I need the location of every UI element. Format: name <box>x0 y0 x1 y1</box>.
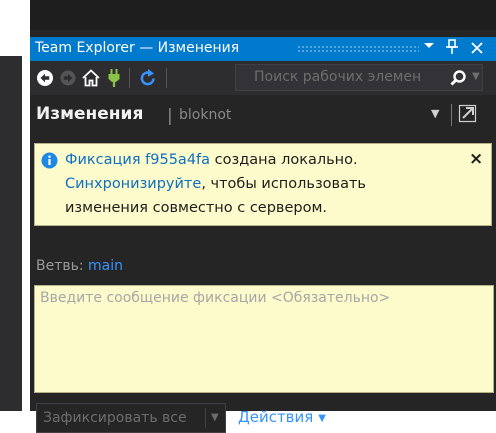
notification-line-3: изменения совместно с сервером. <box>65 200 328 216</box>
info-icon <box>41 152 58 169</box>
back-arrow-icon[interactable] <box>34 67 56 89</box>
pop-out-icon[interactable] <box>458 103 478 123</box>
notification-text: создана локально. <box>210 152 358 168</box>
branch-label: Ветвь: <box>36 258 84 274</box>
refresh-icon[interactable] <box>137 67 159 89</box>
actions-chevron-down-icon: ▼ <box>318 413 326 424</box>
repository-name: bloknot <box>179 107 232 123</box>
plug-connect-icon[interactable] <box>103 67 125 89</box>
search-options-chevron-down-icon[interactable]: ▼ <box>472 71 480 82</box>
page-menu-chevron-down-icon[interactable]: ▼ <box>431 107 439 120</box>
work-item-search[interactable]: Поиск рабочих элемен ▼ <box>235 64 483 91</box>
panel-title: Team Explorer — Изменения <box>35 40 240 56</box>
branch-link[interactable]: main <box>88 258 123 274</box>
commit-message-placeholder: Введите сообщение фиксации <Обязательно> <box>40 290 391 306</box>
team-explorer-panel: Team Explorer — Изменения Поиск рабочих … <box>30 30 496 433</box>
branch-info: Ветвь: main <box>36 258 123 274</box>
notification-line-1: Фиксация f955a4fa создана локально. <box>65 150 358 171</box>
commit-all-label: Зафиксировать все <box>43 410 187 426</box>
toolbar: Поиск рабочих элемен ▼ <box>30 61 496 95</box>
panel-title-bar[interactable]: Team Explorer — Изменения <box>30 37 496 61</box>
split-button-separator <box>205 408 206 428</box>
notification-line-2: Синхронизируйте, чтобы использовать <box>65 174 366 195</box>
commit-all-button[interactable]: Зафиксировать все ▼ <box>36 403 226 433</box>
commit-link[interactable]: Фиксация f955a4fa <box>65 152 210 168</box>
dismiss-notification-button[interactable]: × <box>469 149 483 170</box>
left-dock-rail <box>0 56 22 411</box>
toolbar-separator <box>166 68 167 88</box>
close-icon[interactable] <box>470 38 484 60</box>
page-title[interactable]: Изменения <box>36 104 143 124</box>
header-vertical-separator <box>451 104 452 126</box>
commit-options-chevron-down-icon[interactable]: ▼ <box>211 412 219 423</box>
drag-grip[interactable] <box>297 45 419 53</box>
commit-message-input[interactable]: Введите сообщение фиксации <Обязательно> <box>34 285 494 393</box>
home-icon[interactable] <box>80 67 102 89</box>
sync-link[interactable]: Синхронизируйте <box>65 176 201 192</box>
header-separator: | <box>167 106 173 126</box>
notification-text: , чтобы использовать <box>201 176 366 192</box>
toolbar-separator <box>129 68 130 88</box>
top-band <box>30 0 496 30</box>
window-menu-dropdown-icon[interactable] <box>423 38 435 56</box>
search-input[interactable]: Поиск рабочих элемен <box>254 69 450 85</box>
forward-arrow-icon[interactable] <box>57 67 79 89</box>
page-header: Изменения | bloknot ▼ <box>30 95 496 135</box>
pin-icon[interactable] <box>445 38 459 60</box>
info-notification: Фиксация f955a4fa создана локально. Синх… <box>34 143 492 226</box>
search-icon[interactable] <box>449 69 467 87</box>
